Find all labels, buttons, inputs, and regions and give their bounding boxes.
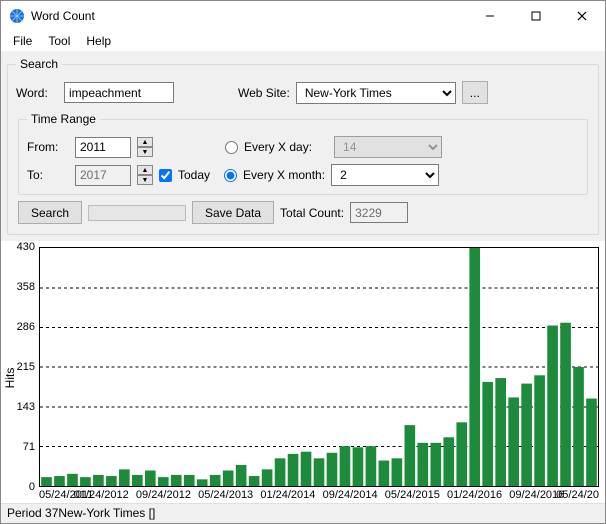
window-title: Word Count bbox=[31, 9, 467, 23]
total-count-value bbox=[350, 202, 408, 223]
maximize-button[interactable] bbox=[513, 1, 559, 31]
today-checkbox[interactable] bbox=[159, 169, 172, 182]
close-button[interactable] bbox=[559, 1, 605, 31]
time-range-legend: Time Range bbox=[27, 112, 100, 126]
from-spinner[interactable]: ▲▼ bbox=[137, 137, 153, 157]
website-label: Web Site: bbox=[238, 86, 290, 100]
menu-help[interactable]: Help bbox=[78, 34, 119, 48]
status-bar: Period 37New-York Times [] bbox=[1, 503, 605, 523]
word-label: Word: bbox=[16, 86, 58, 100]
word-input[interactable] bbox=[64, 82, 174, 103]
to-spinner[interactable]: ▲▼ bbox=[137, 165, 153, 185]
search-legend: Search bbox=[16, 57, 62, 71]
client-area: Search Word: Web Site: New-York Times ..… bbox=[1, 51, 605, 241]
from-input[interactable] bbox=[75, 137, 131, 158]
every-month-select[interactable]: 2 bbox=[331, 164, 439, 186]
menu-file[interactable]: File bbox=[5, 34, 40, 48]
from-label: From: bbox=[27, 140, 69, 154]
every-month-label: Every X month: bbox=[243, 168, 325, 182]
menu-tool[interactable]: Tool bbox=[40, 34, 78, 48]
every-month-radio[interactable] bbox=[224, 169, 237, 182]
window-buttons bbox=[467, 1, 605, 31]
every-day-select: 14 bbox=[334, 136, 442, 158]
time-range-group: Time Range From: ▲▼ Every X day: 14 To: … bbox=[18, 112, 588, 195]
to-input bbox=[75, 165, 131, 186]
every-day-label: Every X day: bbox=[244, 140, 312, 154]
total-count-label: Total Count: bbox=[280, 206, 344, 220]
to-label: To: bbox=[27, 168, 69, 182]
chart-plot bbox=[39, 247, 599, 487]
search-button[interactable]: Search bbox=[18, 201, 82, 224]
titlebar: Word Count bbox=[1, 1, 605, 31]
search-group: Search Word: Web Site: New-York Times ..… bbox=[7, 57, 599, 235]
chart-yticks: 071143215286358430 bbox=[1, 247, 37, 487]
website-browse-button[interactable]: ... bbox=[462, 81, 488, 104]
app-icon bbox=[9, 8, 25, 24]
progress-bar bbox=[88, 205, 186, 221]
minimize-button[interactable] bbox=[467, 1, 513, 31]
today-label: Today bbox=[178, 168, 210, 182]
save-data-button[interactable]: Save Data bbox=[192, 201, 274, 224]
chart: Hits 071143215286358430 05/24/201101/24/… bbox=[1, 243, 605, 513]
chart-xticks: 05/24/201101/24/201209/24/201205/24/2013… bbox=[39, 489, 599, 503]
menubar: File Tool Help bbox=[1, 31, 605, 51]
website-select[interactable]: New-York Times bbox=[296, 82, 456, 104]
every-day-radio[interactable] bbox=[225, 141, 238, 154]
